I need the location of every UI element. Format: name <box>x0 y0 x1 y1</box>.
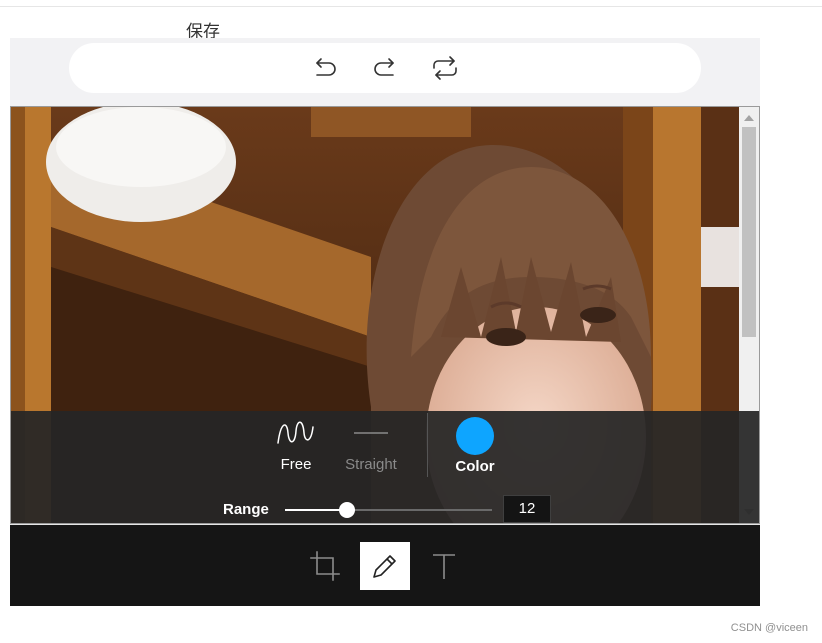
text-button[interactable] <box>419 542 469 590</box>
draw-options-panel: Free Straight Color Range 12 <box>11 411 759 523</box>
draw-button[interactable] <box>360 542 410 590</box>
range-value-input[interactable]: 12 <box>503 495 551 523</box>
top-divider <box>0 6 822 7</box>
color-label: Color <box>455 458 495 475</box>
scroll-thumb[interactable] <box>742 127 756 337</box>
range-slider-fill <box>285 509 348 511</box>
reset-button[interactable] <box>429 52 461 84</box>
redo-button[interactable] <box>369 52 401 84</box>
free-label: Free <box>280 456 312 473</box>
scroll-up-arrow[interactable] <box>744 115 754 121</box>
range-row: Range 12 <box>11 495 759 523</box>
image-canvas[interactable]: Free Straight Color Range 12 <box>10 106 760 524</box>
main-toolbar <box>10 524 760 606</box>
color-swatch[interactable] <box>456 417 494 455</box>
save-link[interactable]: 保存 <box>186 22 220 38</box>
range-slider[interactable] <box>285 502 492 518</box>
range-slider-thumb[interactable] <box>339 502 356 518</box>
crop-button[interactable] <box>300 542 350 590</box>
reset-icon <box>433 56 457 80</box>
redo-icon <box>374 58 394 76</box>
free-draw-option[interactable]: Free <box>266 417 326 481</box>
pencil-icon <box>373 555 396 578</box>
straight-label: Straight <box>345 456 397 473</box>
history-bar <box>69 43 701 93</box>
range-label: Range <box>223 501 269 518</box>
straight-line-icon <box>354 432 388 434</box>
watermark: CSDN @viceen <box>730 622 808 634</box>
undo-button[interactable] <box>309 52 341 84</box>
image-editor: Free Straight Color Range 12 <box>10 38 760 606</box>
crop-icon <box>310 551 340 581</box>
text-icon <box>433 554 455 579</box>
free-line-icon <box>277 421 314 444</box>
straight-line-option[interactable]: Straight <box>341 417 401 481</box>
options-divider <box>427 413 428 477</box>
undo-icon <box>316 58 336 76</box>
color-picker-option[interactable]: Color <box>445 417 505 481</box>
